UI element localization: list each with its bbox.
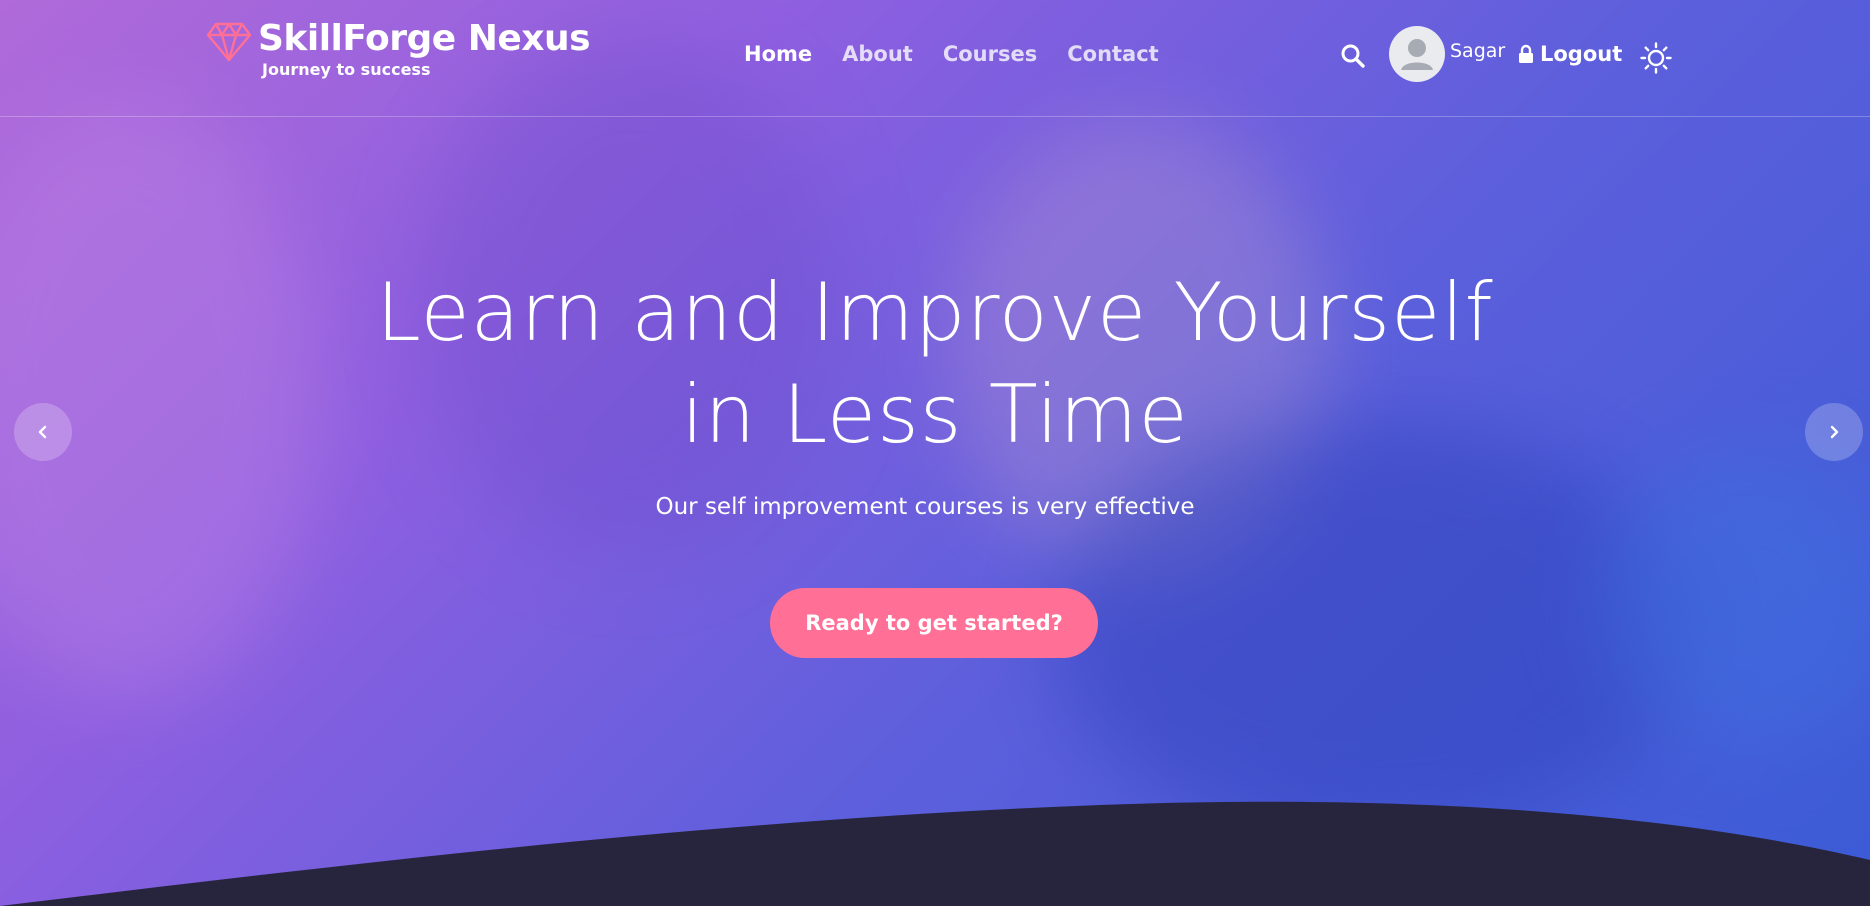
hero-title: Learn and Improve Yourself in Less Time xyxy=(0,262,1870,466)
nav-item-home[interactable]: Home xyxy=(744,42,812,66)
username-label: Sagar xyxy=(1450,40,1506,62)
brand-logo[interactable]: SkillForge Nexus Journey to success xyxy=(206,18,591,79)
main-nav: Home About Courses Contact xyxy=(744,42,1159,66)
hero-subtitle: Our self improvement courses is very eff… xyxy=(655,494,1195,520)
logout-label: Logout xyxy=(1540,42,1623,66)
home-page: SkillForge Nexus Journey to success Home… xyxy=(0,0,1870,906)
brand-tagline: Journey to success xyxy=(262,60,431,79)
diamond-icon xyxy=(206,22,252,62)
hero-title-line-2: in Less Time xyxy=(681,368,1189,461)
footer-wave-divider xyxy=(0,801,1870,906)
site-header: SkillForge Nexus Journey to success Home… xyxy=(0,0,1870,117)
nav-item-contact[interactable]: Contact xyxy=(1067,42,1159,66)
lock-icon xyxy=(1519,44,1533,63)
background-photo-shape xyxy=(1050,420,1690,840)
nav-item-about[interactable]: About xyxy=(842,42,913,66)
get-started-button[interactable]: Ready to get started? xyxy=(770,588,1098,658)
hero-title-line-1: Learn and Improve Yourself xyxy=(376,266,1494,359)
logout-button[interactable]: Logout xyxy=(1518,42,1622,66)
sun-icon[interactable] xyxy=(1640,42,1672,74)
user-avatar[interactable] xyxy=(1389,26,1445,82)
brand-name: SkillForge Nexus xyxy=(258,18,591,59)
user-avatar-icon xyxy=(1401,39,1433,70)
search-icon[interactable] xyxy=(1340,43,1366,69)
nav-item-courses[interactable]: Courses xyxy=(943,42,1037,66)
